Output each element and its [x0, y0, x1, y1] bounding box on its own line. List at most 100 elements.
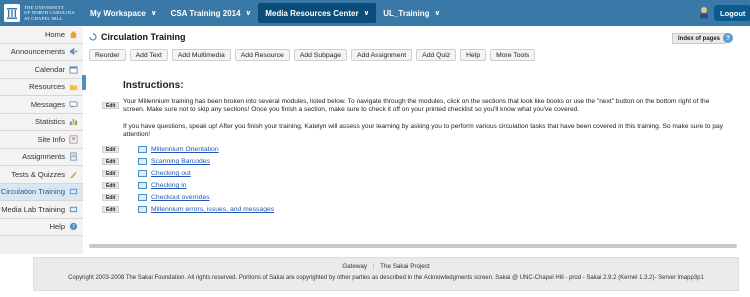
edit-button[interactable]: Edit — [102, 102, 120, 109]
help-icon[interactable]: ? — [723, 33, 733, 43]
module-link[interactable]: Millennium Orientation — [151, 146, 219, 153]
page-title-text: Circulation Training — [101, 32, 186, 42]
edit-button[interactable]: Edit — [102, 206, 120, 213]
site-tab-csa-training-2014[interactable]: CSA Training 2014 ∨ — [164, 3, 259, 23]
footer-links: Gateway | The Sakai Project — [34, 263, 738, 270]
home-icon — [69, 30, 78, 38]
help-button[interactable]: Help — [460, 49, 487, 61]
sidebar-item-resources[interactable]: Resources — [0, 78, 83, 96]
module-link[interactable]: Scanning Barcodes — [151, 158, 210, 165]
book-icon — [138, 170, 147, 177]
module-link[interactable]: Checking out — [151, 170, 191, 177]
list-item: Checking out — [138, 169, 191, 178]
questions-paragraph: If you have questions, speak up! After y… — [123, 123, 723, 139]
site-tab-label: My Workspace — [90, 8, 146, 18]
assignments-icon — [70, 152, 77, 161]
module-link[interactable]: Checking in — [151, 182, 187, 189]
gateway-link[interactable]: Gateway — [342, 263, 367, 270]
book-icon — [138, 194, 147, 201]
sidebar-item-label: Assignments — [22, 152, 65, 162]
sidebar-item-media-lab-training[interactable]: Media Lab Training — [0, 201, 83, 219]
list-item: Millennium Orientation — [138, 145, 219, 154]
sidebar-item-tests-quizzes[interactable]: Tests & Quizzes — [0, 166, 83, 184]
sidebar-item-help[interactable]: Help ? — [0, 218, 83, 236]
chevron-down-icon: ∨ — [245, 10, 252, 17]
instructions-heading: Instructions: — [123, 80, 184, 91]
reorder-button[interactable]: Reorder — [89, 49, 126, 61]
book-icon — [138, 182, 147, 189]
sidebar-item-home[interactable]: Home — [0, 26, 83, 44]
sidebar-item-label: Resources — [29, 82, 65, 92]
sidebar-item-circulation-training[interactable]: Circulation Training — [0, 183, 83, 201]
sidebar-item-label: Tests & Quizzes — [11, 169, 65, 179]
add-text-button[interactable]: Add Text — [129, 49, 168, 61]
sidebar-collapse-handle[interactable] — [82, 75, 86, 90]
site-info-icon — [69, 135, 78, 144]
refresh-icon[interactable] — [89, 33, 97, 41]
site-tab-label: CSA Training 2014 — [170, 8, 241, 18]
instructions-paragraph: Your Millennium training has been broken… — [123, 98, 710, 114]
sidebar-item-assignments[interactable]: Assignments — [0, 148, 83, 166]
list-item: Checkout overrides — [138, 193, 210, 202]
site-tab-media-resources-center[interactable]: Media Resources Center ∨ — [258, 3, 377, 23]
lessons-toolbar: Reorder Add Text Add Multimedia Add Reso… — [89, 49, 536, 61]
sidebar-item-statistics[interactable]: Statistics — [0, 113, 83, 131]
site-tabs: My Workspace ∨ CSA Training 2014 ∨ Media… — [83, 0, 447, 26]
book-icon — [138, 146, 147, 153]
help-icon: ? — [69, 223, 78, 231]
university-logo[interactable]: The University of North Carolina at Chap… — [4, 3, 75, 23]
pencil-icon — [70, 171, 77, 179]
site-tab-ul-training[interactable]: UL_Training ∨ — [376, 3, 447, 23]
edit-button[interactable]: Edit — [102, 158, 120, 165]
add-resource-button[interactable]: Add Resource — [234, 49, 290, 61]
sidebar-item-site-info[interactable]: Site Info — [0, 131, 83, 149]
statistics-icon — [69, 119, 78, 126]
copyright-text: Copyright 2003-2008 The Sakai Foundation… — [68, 275, 704, 281]
edit-button[interactable]: Edit — [102, 170, 120, 177]
add-subpage-button[interactable]: Add Subpage — [293, 49, 348, 61]
folder-icon — [69, 84, 78, 91]
tool-menu-sidebar: Home Announcements Calendar Resources Me… — [0, 26, 83, 254]
sidebar-item-announcements[interactable]: Announcements — [0, 43, 83, 61]
chevron-down-icon: ∨ — [363, 10, 370, 17]
sidebar-item-label: Messages — [30, 99, 65, 109]
user-icon[interactable] — [698, 6, 710, 19]
book-icon — [69, 206, 78, 212]
sidebar-item-messages[interactable]: Messages — [0, 96, 83, 114]
footer: Gateway | The Sakai Project Copyright 20… — [33, 257, 739, 291]
module-link[interactable]: Checkout overrides — [151, 194, 210, 201]
index-of-pages-button[interactable]: Index of pages — [672, 33, 727, 44]
svg-text:?: ? — [72, 225, 75, 231]
sidebar-item-label: Home — [44, 29, 65, 39]
site-tab-my-workspace[interactable]: My Workspace ∨ — [83, 3, 164, 23]
list-item: Checking in — [138, 181, 187, 190]
messages-icon — [69, 101, 78, 108]
university-name-line-2: of North Carolina — [24, 10, 75, 16]
top-navigation-bar: The University of North Carolina at Chap… — [0, 0, 750, 26]
sidebar-item-label: Calendar — [34, 64, 65, 74]
sidebar-item-label: Statistics — [34, 117, 65, 127]
sidebar-item-label: Media Lab Training — [1, 204, 65, 214]
sakai-project-link[interactable]: The Sakai Project — [380, 263, 430, 270]
add-multimedia-button[interactable]: Add Multimedia — [171, 49, 231, 61]
logout-button[interactable]: Logout — [714, 5, 750, 21]
edit-button[interactable]: Edit — [102, 194, 120, 201]
sidebar-item-label: Announcements — [10, 47, 65, 57]
module-link[interactable]: Millennium errors, issues, and messages — [151, 206, 274, 213]
sidebar-item-label: Site Info — [37, 134, 65, 144]
footer-link-separator: | — [372, 263, 375, 270]
add-quiz-button[interactable]: Add Quiz — [416, 49, 457, 61]
horizontal-scrollbar[interactable] — [89, 244, 737, 248]
edit-button[interactable]: Edit — [102, 182, 120, 189]
more-tools-button[interactable]: More Tools — [490, 49, 536, 61]
site-tab-label: UL_Training — [383, 8, 430, 18]
book-icon — [138, 206, 147, 213]
book-icon — [69, 189, 78, 195]
add-assignment-button[interactable]: Add Assignment — [351, 49, 413, 61]
chevron-down-icon: ∨ — [434, 10, 441, 17]
edit-button[interactable]: Edit — [102, 146, 120, 153]
university-name: The University of North Carolina at Chap… — [24, 5, 75, 21]
list-item: Millennium errors, issues, and messages — [138, 205, 274, 214]
sidebar-item-label: Circulation Training — [0, 187, 65, 197]
sidebar-item-calendar[interactable]: Calendar — [0, 61, 83, 79]
